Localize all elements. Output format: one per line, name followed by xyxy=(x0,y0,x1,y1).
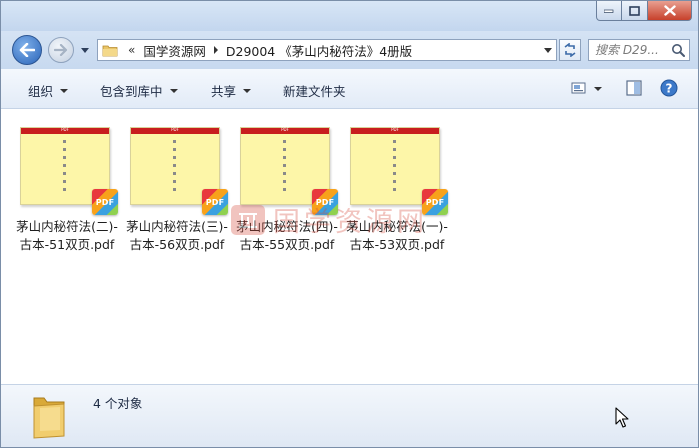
folder-icon xyxy=(33,397,65,439)
svg-text:?: ? xyxy=(666,82,673,96)
file-item[interactable]: PDF PDF 茅山内秘符法(三)- 古本-56双页.pdf xyxy=(122,124,232,264)
watermark-seal-icon xyxy=(231,204,265,235)
search-icon[interactable] xyxy=(671,43,685,57)
organize-menu[interactable]: 组织 xyxy=(28,81,69,100)
refresh-button[interactable] xyxy=(559,39,581,61)
share-menu-label: 共享 xyxy=(211,84,237,99)
organize-menu-label: 组织 xyxy=(28,84,54,99)
close-icon xyxy=(663,5,676,16)
file-item[interactable]: PDF PDF 茅山内秘符法(四)- 古本-55双页.pdf xyxy=(232,124,342,264)
forward-button[interactable] xyxy=(48,37,74,63)
new-folder-button[interactable]: 新建文件夹 xyxy=(283,81,346,100)
help-icon[interactable]: ? xyxy=(660,79,678,97)
command-bar: 组织 包含到库中 共享 新建文件夹 ? xyxy=(1,69,698,109)
file-item[interactable]: PDF PDF 茅山内秘符法(一)- 古本-53双页.pdf xyxy=(342,124,452,264)
thumbnail-header: PDF xyxy=(131,127,219,134)
back-button[interactable] xyxy=(12,35,42,65)
address-history-dropdown[interactable] xyxy=(544,48,552,53)
chevron-down-icon xyxy=(243,88,252,93)
breadcrumb-root[interactable]: 国学资源网 xyxy=(143,41,206,60)
change-view-icon[interactable] xyxy=(571,81,587,95)
thumbnail-text-column xyxy=(173,140,177,196)
minimize-button[interactable] xyxy=(596,1,622,21)
chevron-down-icon xyxy=(169,88,178,93)
arrow-right-icon xyxy=(54,44,68,56)
breadcrumb-separator-icon[interactable] xyxy=(213,46,218,54)
breadcrumb-current-folder[interactable]: D29004 《茅山内秘符法》4册版 xyxy=(226,41,412,60)
close-button[interactable] xyxy=(648,1,692,21)
recent-pages-dropdown[interactable] xyxy=(80,45,90,55)
maximize-icon xyxy=(629,5,640,16)
file-list[interactable]: PDF PDF 茅山内秘符法(二)- 古本-51双页.pdf PDF PDF 茅山… xyxy=(1,110,698,384)
title-bar[interactable] xyxy=(1,1,698,31)
thumbnail-header: PDF xyxy=(241,127,329,134)
details-pane: 4 个对象 xyxy=(1,384,698,447)
maximize-button[interactable] xyxy=(622,1,648,21)
window-controls xyxy=(596,1,692,21)
mouse-pointer-icon xyxy=(615,407,629,428)
search-box[interactable] xyxy=(588,39,690,61)
file-item[interactable]: PDF PDF 茅山内秘符法(二)- 古本-51双页.pdf xyxy=(12,124,122,264)
minimize-icon xyxy=(604,9,614,13)
watermark-text: 国学资源网 xyxy=(273,207,428,238)
include-in-library-label: 包含到库中 xyxy=(100,84,163,99)
breadcrumb-overflow[interactable]: « xyxy=(128,43,135,57)
preview-pane-icon[interactable] xyxy=(626,80,642,96)
address-bar[interactable]: « 国学资源网 D29004 《茅山内秘符法》4册版 xyxy=(97,39,557,61)
arrow-left-icon xyxy=(19,43,35,57)
view-options-dropdown[interactable] xyxy=(594,87,602,91)
thumbnail-text-column xyxy=(283,140,287,196)
thumbnail-text-column xyxy=(63,140,67,196)
thumbnail-header: PDF xyxy=(351,127,439,134)
watermark: 国学资源网 xyxy=(231,200,428,239)
navigation-bar: « 国学资源网 D29004 《茅山内秘符法》4册版 xyxy=(1,31,698,69)
thumbnail-header: PDF xyxy=(21,127,109,134)
folder-icon xyxy=(102,45,118,56)
pdf-file-icon: PDF xyxy=(202,189,228,215)
thumbnail-text-column xyxy=(393,140,397,196)
file-name: 茅山内秘符法(三)- 古本-56双页.pdf xyxy=(126,219,228,252)
new-folder-label: 新建文件夹 xyxy=(283,84,346,99)
search-input[interactable] xyxy=(589,40,673,60)
explorer-window: « 国学资源网 D29004 《茅山内秘符法》4册版 组织 包含到库中 共享 新… xyxy=(0,0,699,448)
chevron-down-icon xyxy=(60,88,69,93)
share-menu[interactable]: 共享 xyxy=(211,81,252,100)
file-name: 茅山内秘符法(二)- 古本-51双页.pdf xyxy=(16,219,118,252)
item-count: 4 个对象 xyxy=(93,396,143,411)
include-in-library-menu[interactable]: 包含到库中 xyxy=(100,81,178,100)
pdf-file-icon: PDF xyxy=(92,189,118,215)
refresh-icon xyxy=(564,43,576,57)
